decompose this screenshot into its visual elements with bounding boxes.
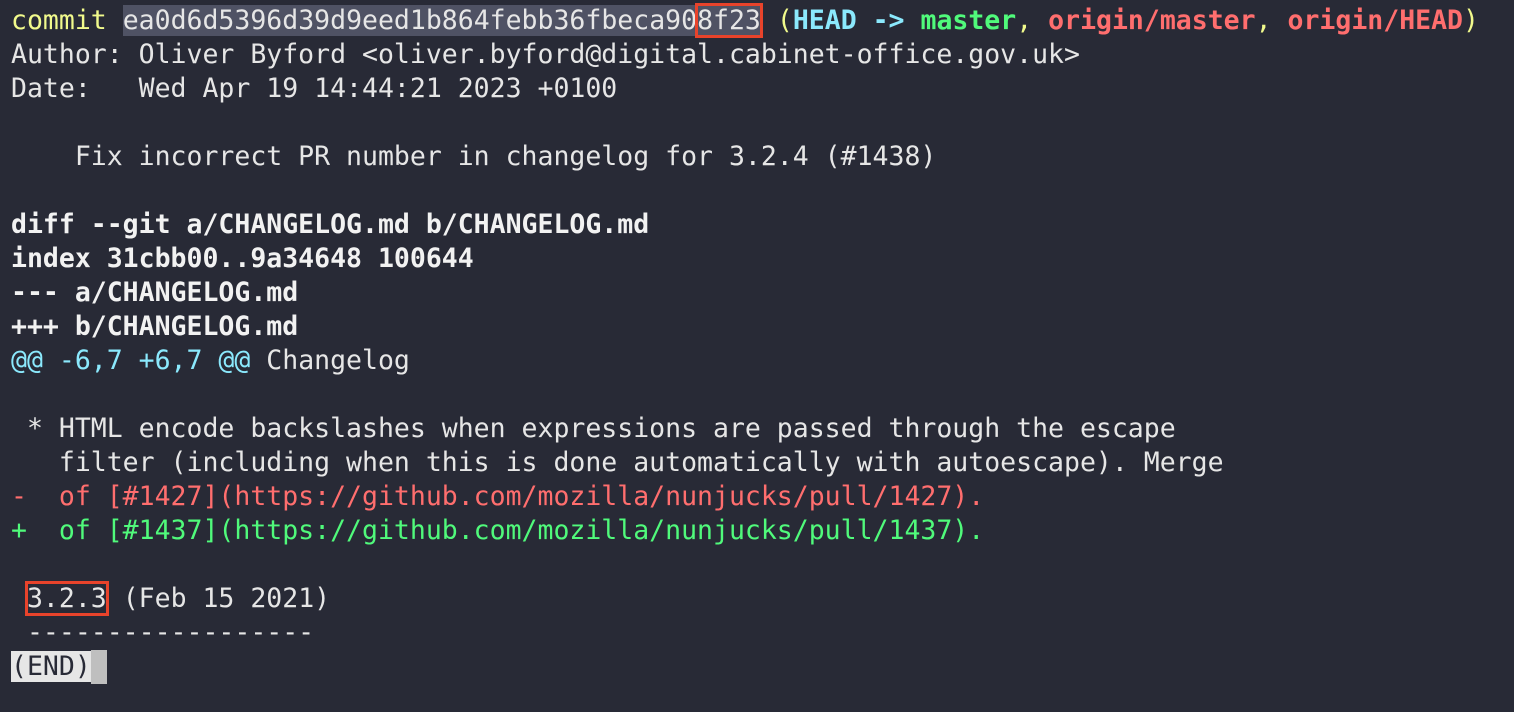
commit-hash[interactable]: ea0d6d5396d39d9eed1b864febb36fbeca908f23 [122, 3, 763, 38]
context-line-1: * HTML encode backslashes when expressio… [11, 413, 1176, 444]
diff-minus-file: --- a/CHANGELOG.md [11, 277, 299, 308]
hunk-header: @@ -6,7 +6,7 @@ Changelog [11, 344, 1514, 378]
ref-close: ) [1463, 5, 1479, 36]
version-underline: ------------------ [11, 617, 315, 648]
version-line: 3.2.3 (Feb 15 2021) [11, 581, 1514, 616]
hunk-context: Changelog [250, 345, 410, 376]
commit-line: commit ea0d6d5396d39d9eed1b864febb36fbec… [11, 3, 1514, 38]
pager-status[interactable]: (END) [11, 650, 1514, 684]
diff-plus-file: +++ b/CHANGELOG.md [11, 311, 299, 342]
terminal-window[interactable]: commit ea0d6d5396d39d9eed1b864febb36fbec… [0, 0, 1514, 712]
commit-keyword: commit [11, 5, 107, 36]
diff-index: index 31cbb00..9a34648 100644 [11, 243, 474, 274]
head-ref: HEAD -> [792, 5, 905, 36]
added-line: + of [#1437](https://github.com/mozilla/… [11, 515, 985, 546]
origin-head-ref: origin/HEAD [1287, 5, 1464, 36]
ref-sep-1: , [1016, 5, 1033, 36]
master-ref: master [920, 5, 1017, 36]
version-number: 3.2.3 [24, 581, 109, 616]
commit-hash-highlight: 8f23 [695, 3, 763, 38]
date-line: Date: Wed Apr 19 14:44:21 2023 +0100 [11, 73, 618, 104]
end-label: (END) [11, 651, 91, 682]
commit-hash-main: ea0d6d5396d39d9eed1b864febb36fbeca90 [122, 5, 698, 36]
cursor [90, 650, 107, 684]
author-line: Author: Oliver Byford <oliver.byford@dig… [11, 39, 1080, 70]
removed-line: - of [#1427](https://github.com/mozilla/… [11, 481, 985, 512]
ref-open: ( [776, 5, 793, 36]
version-date: (Feb 15 2021) [106, 583, 331, 614]
commit-message: Fix incorrect PR number in changelog for… [11, 141, 937, 172]
context-line-2: filter (including when this is done auto… [11, 447, 1224, 478]
origin-master-ref: origin/master [1048, 5, 1256, 36]
hunk-range: @@ -6,7 +6,7 @@ [11, 345, 251, 376]
ref-sep-2: , [1255, 5, 1272, 36]
diff-header: diff --git a/CHANGELOG.md b/CHANGELOG.md [11, 209, 650, 240]
